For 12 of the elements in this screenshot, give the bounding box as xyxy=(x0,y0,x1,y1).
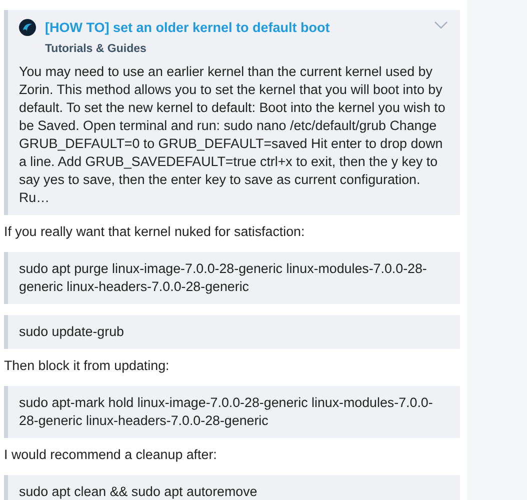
quote-block: sudo apt purge linux-image-7.0.0-28-generic linux-modules-7.0.0-28-generic linux-headers-7.0.0-28-generic xyxy=(4,252,460,304)
quote-block: sudo apt-mark hold linux-image-7.0.0-28-generic linux-modules-7.0.0-28-generic linux-headers-7.0.0-28-generic xyxy=(4,386,460,438)
quote-block: sudo update-grub xyxy=(4,315,460,349)
paragraph: Then block it from updating: xyxy=(4,357,170,375)
paragraph: I would recommend a cleanup after: xyxy=(4,446,218,464)
category-label: Tutorials & Guides xyxy=(45,43,146,55)
logo-icon xyxy=(19,19,36,36)
excerpt-text: You may need to use an earlier kernel than the current kernel used by Zorin. This method allows you to set the kernel that you will boot into by default. To set the new kernel to default: Boot into the kernel you wish to be Saved. Open terminal and run: sudo nano /etc/default/grub Change GRUB_DEFAULT=0 to GRUB_DEFAULT=saved Hit enter to drop down a line. Add GRUB_SAVEDEFAULT=true ctrl+x to exit, then the y key to say yes to save, then the enter key to save as current configuration. Ru… xyxy=(19,63,446,207)
quote-block: sudo apt clean && sudo apt autoremove xyxy=(4,475,460,500)
paragraph: If you really want that kernel nuked for satisfaction: xyxy=(4,223,306,241)
expand-chevron-icon[interactable] xyxy=(434,21,448,29)
topic-link[interactable]: [HOW TO] set an older kernel to default boot xyxy=(45,20,330,35)
